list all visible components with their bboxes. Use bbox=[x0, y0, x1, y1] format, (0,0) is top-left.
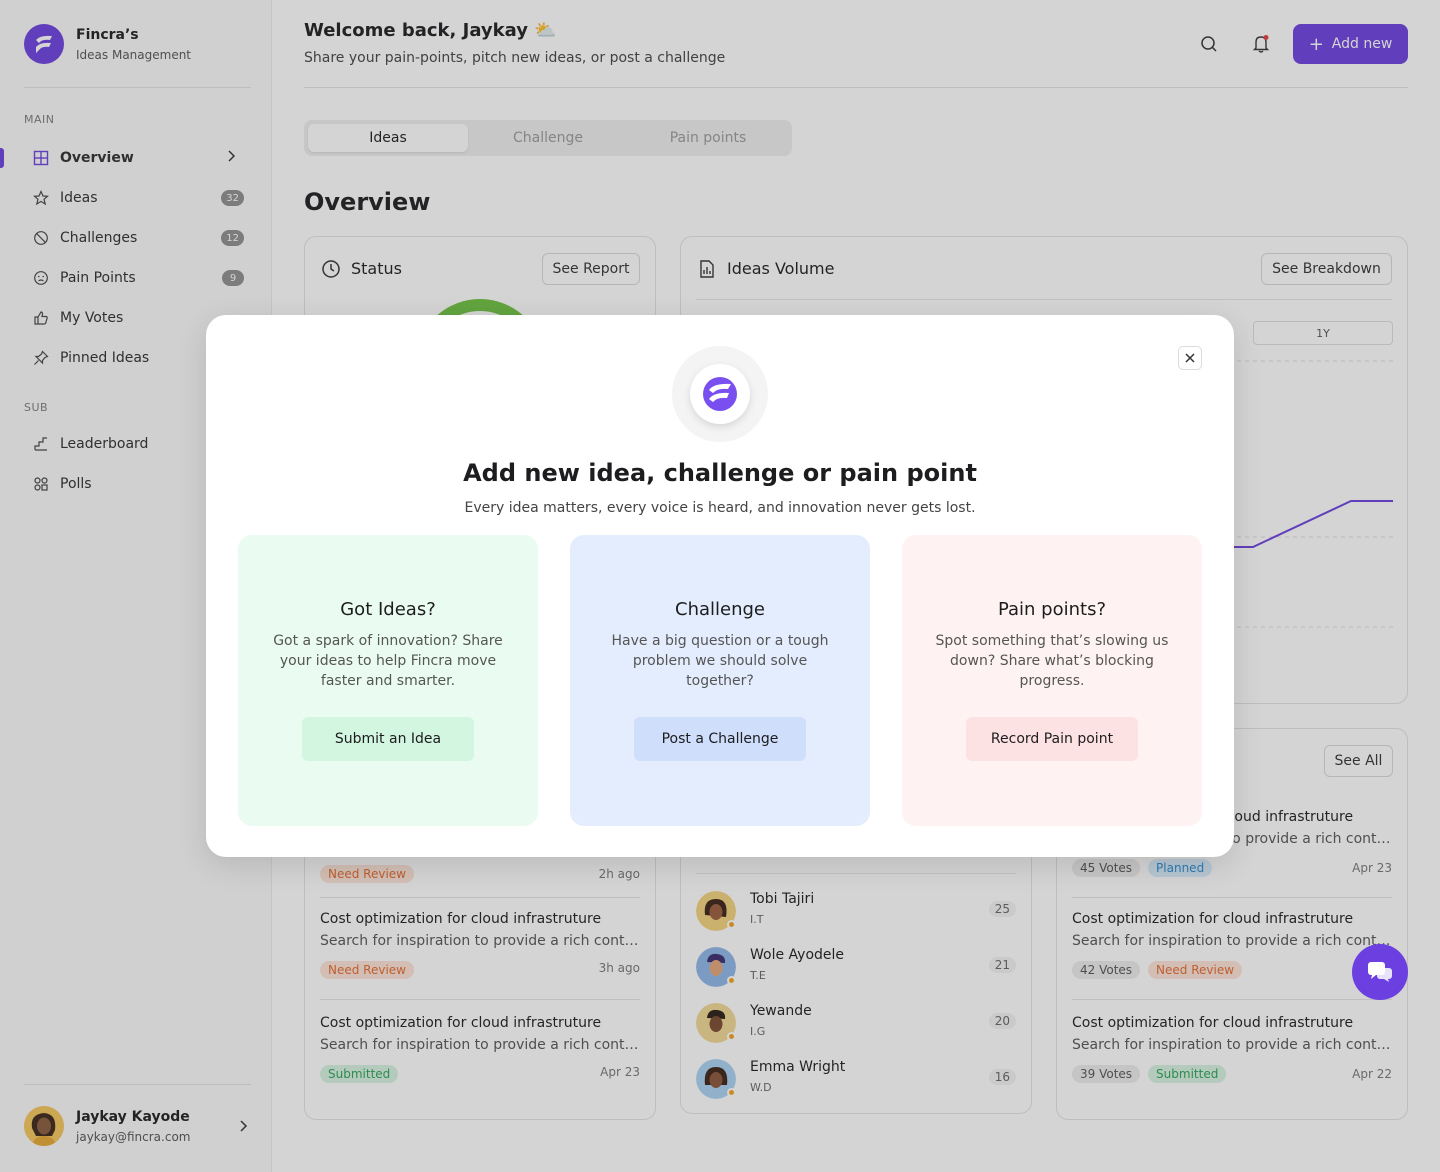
challenge-option-card: Challenge Have a big question or a tough… bbox=[570, 535, 870, 826]
fincra-logo-icon bbox=[703, 377, 737, 411]
submit-idea-button[interactable]: Submit an Idea bbox=[302, 717, 474, 761]
option-title: Pain points? bbox=[997, 599, 1107, 620]
record-pain-point-button[interactable]: Record Pain point bbox=[966, 717, 1138, 761]
chat-button[interactable] bbox=[1352, 944, 1408, 1000]
modal-subtitle: Every idea matters, every voice is heard… bbox=[464, 500, 976, 516]
pain-point-option-card: Pain points? Spot something that’s slowi… bbox=[902, 535, 1202, 826]
modal-title: Add new idea, challenge or pain point bbox=[463, 459, 977, 487]
option-title: Got Ideas? bbox=[340, 599, 436, 620]
option-desc: Got a spark of innovation? Share your id… bbox=[273, 633, 503, 689]
modal-logo bbox=[672, 346, 768, 442]
chat-icon bbox=[1368, 962, 1392, 982]
idea-option-card: Got Ideas? Got a spark of innovation? Sh… bbox=[238, 535, 538, 826]
option-title: Challenge bbox=[675, 599, 765, 620]
close-icon[interactable] bbox=[1178, 346, 1202, 370]
add-new-modal: Add new idea, challenge or pain point Ev… bbox=[206, 315, 1234, 857]
post-challenge-button[interactable]: Post a Challenge bbox=[634, 717, 806, 761]
option-desc: Have a big question or a tough problem w… bbox=[611, 633, 829, 689]
option-desc: Spot something that’s slowing us down? S… bbox=[935, 633, 1169, 689]
